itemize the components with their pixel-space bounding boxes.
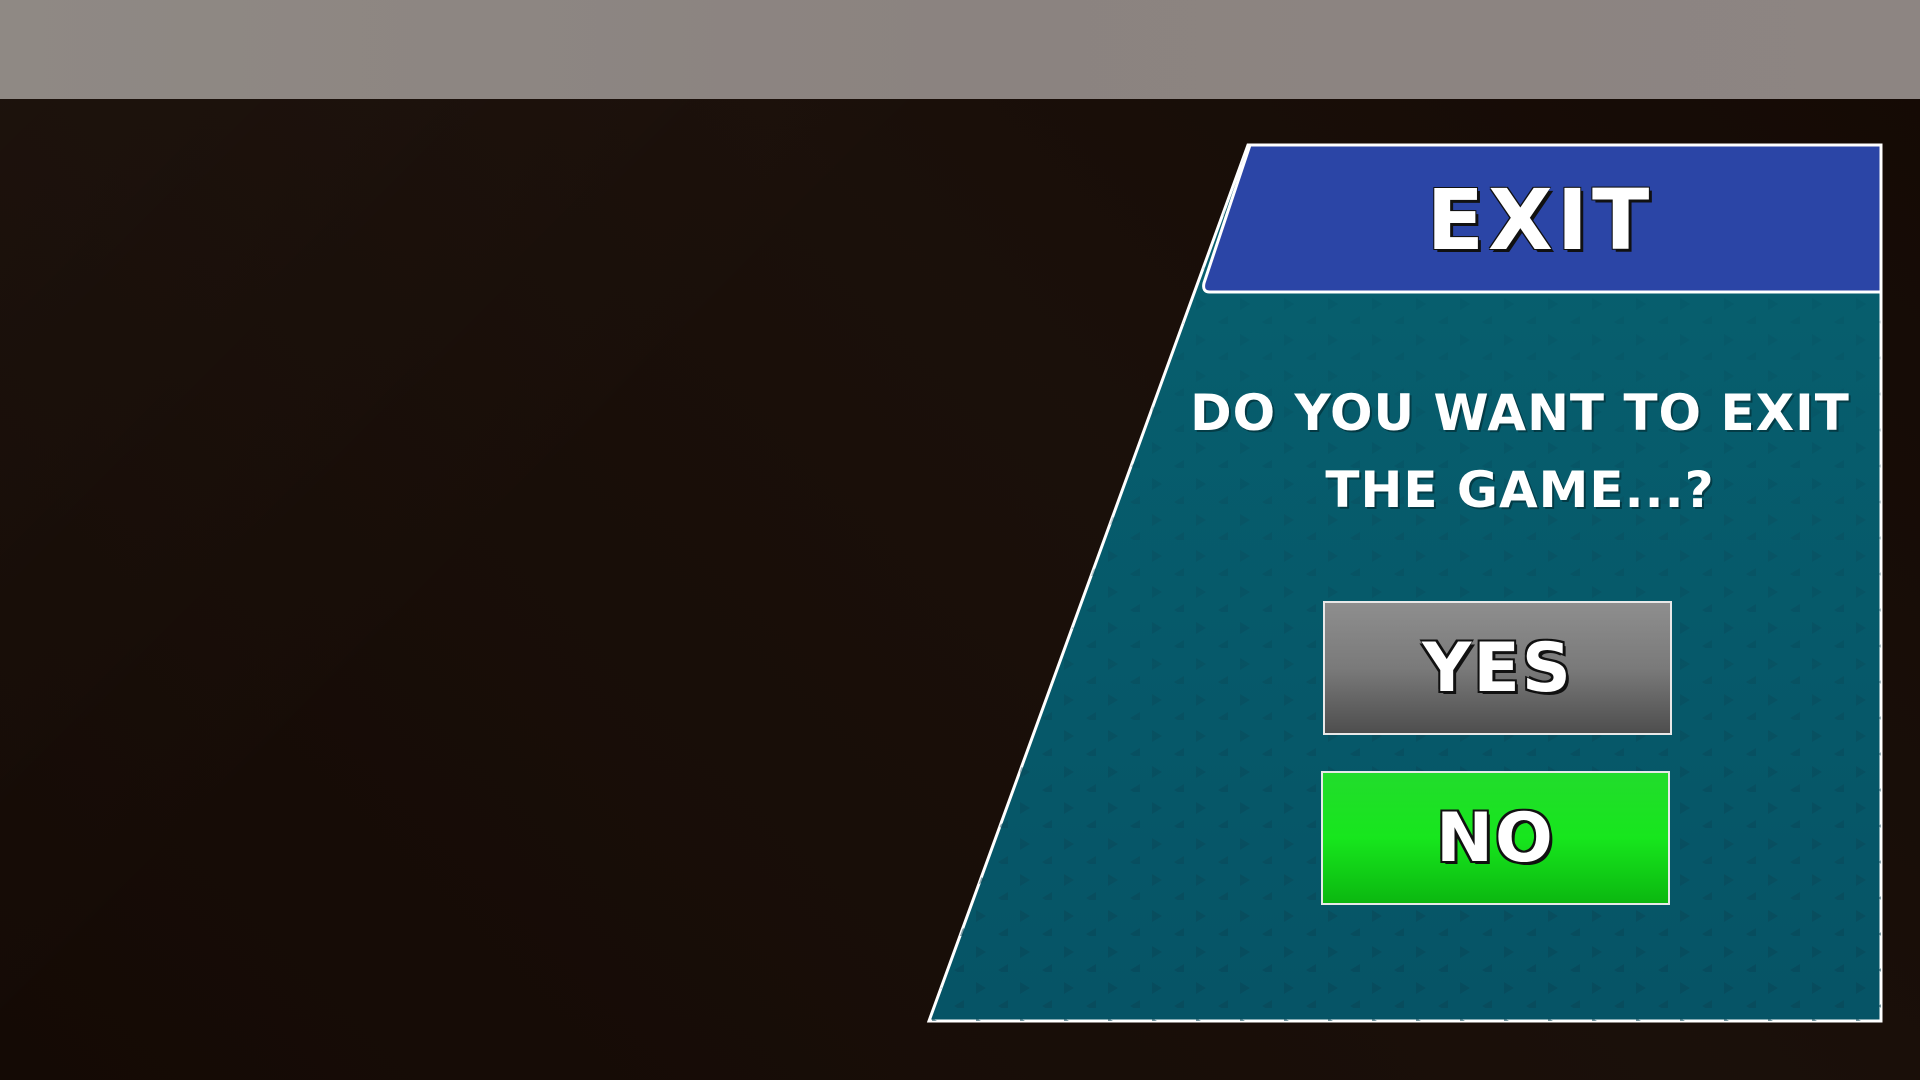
no-button[interactable]: NO xyxy=(1321,771,1670,905)
yes-button[interactable]: YES xyxy=(1323,601,1672,735)
dialog-message: DO YOU WANT TO EXIT THE GAME...? xyxy=(1190,375,1850,529)
dialog-message-line1: DO YOU WANT TO EXIT xyxy=(1190,384,1850,442)
dialog-title: EXIT xyxy=(1426,171,1654,269)
dialog-message-line2: THE GAME...? xyxy=(1325,461,1715,519)
